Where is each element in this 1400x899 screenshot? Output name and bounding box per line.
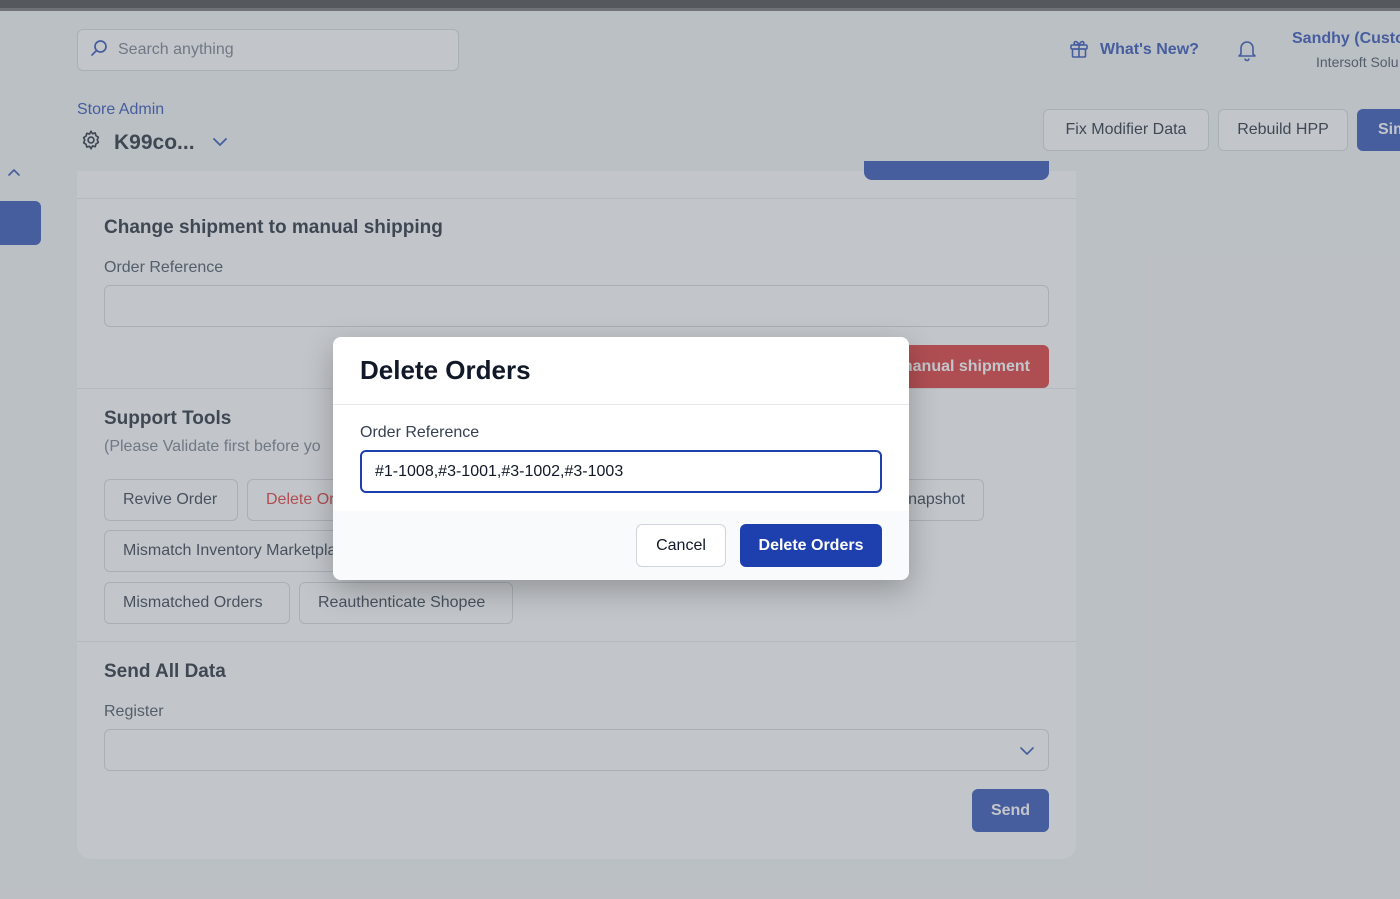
order-reference-input[interactable]: [360, 450, 882, 493]
delete-orders-confirm-button[interactable]: Delete Orders: [740, 524, 882, 567]
modal-divider: [333, 404, 909, 405]
cancel-button[interactable]: Cancel: [636, 524, 726, 567]
delete-orders-modal: Delete Orders Order Reference Cancel Del…: [333, 337, 909, 580]
modal-footer: Cancel Delete Orders: [333, 511, 909, 580]
order-reference-label: Order Reference: [360, 424, 480, 441]
modal-title: Delete Orders: [360, 355, 531, 385]
